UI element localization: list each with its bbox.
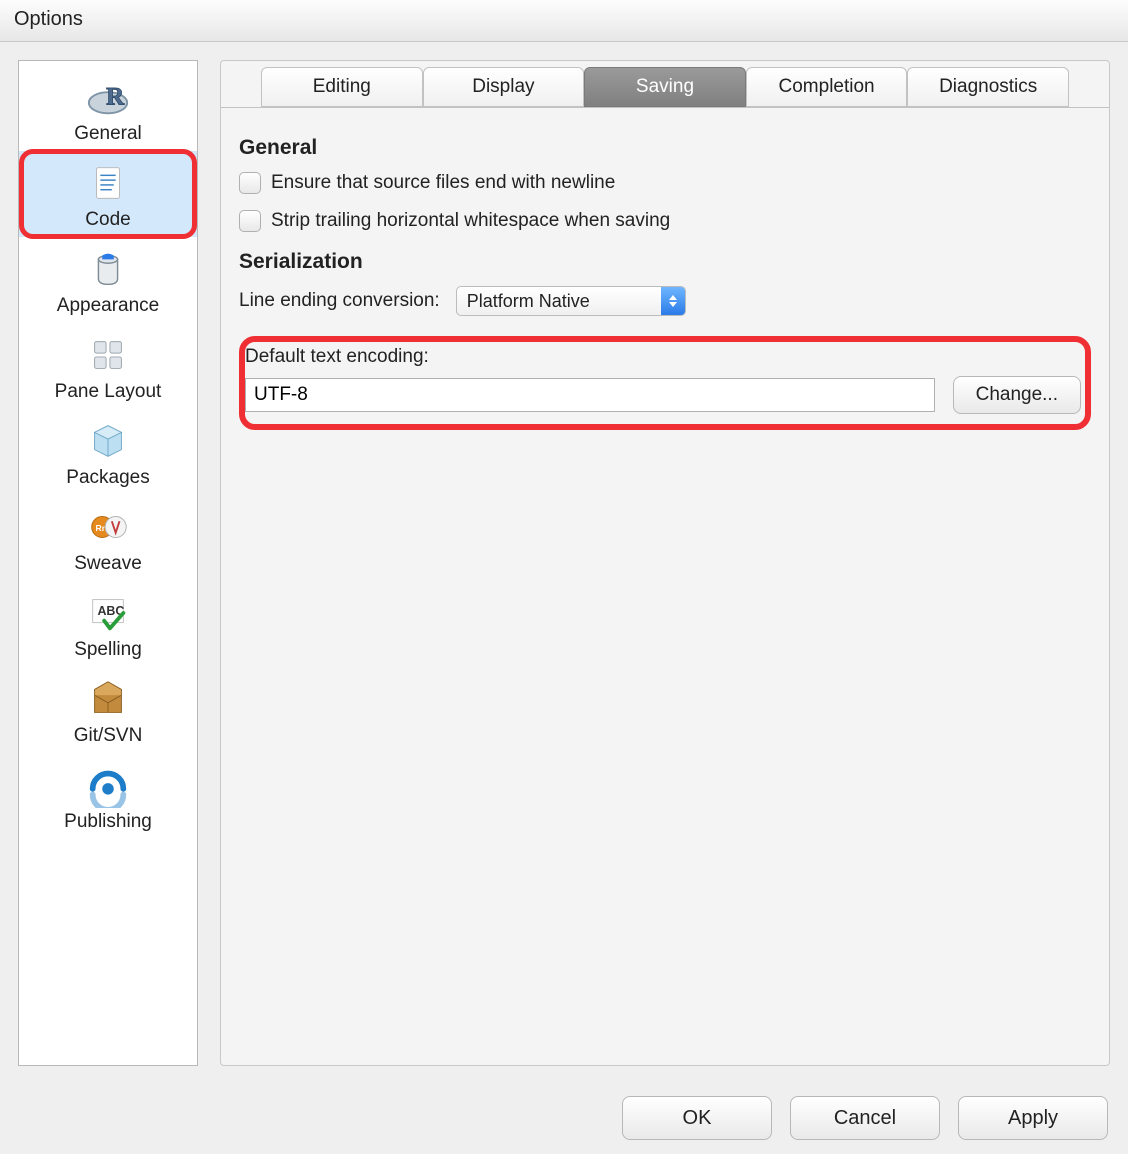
window-title: Options (14, 8, 83, 30)
sidebar-item-git-svn[interactable]: Git/SVN (19, 667, 197, 753)
line-ending-row: Line ending conversion: Platform Native (239, 286, 1091, 316)
cancel-button[interactable]: Cancel (790, 1096, 940, 1140)
checkbox-newline[interactable] (239, 172, 261, 194)
sidebar-label: Spelling (23, 639, 193, 661)
sidebar-label: General (23, 123, 193, 145)
r-logo-icon: R (23, 73, 193, 121)
encoding-input[interactable] (245, 378, 935, 412)
sidebar-label: Publishing (23, 811, 193, 833)
sidebar: R General Code Appearance Pane Layout (18, 60, 198, 1066)
sidebar-item-general[interactable]: R General (19, 65, 197, 151)
section-heading-serialization: Serialization (239, 250, 1091, 274)
sidebar-label: Appearance (23, 295, 193, 317)
sweave-icon: Rnw (23, 503, 193, 551)
tab-editing[interactable]: Editing (261, 67, 423, 107)
line-ending-label: Line ending conversion: (239, 290, 440, 312)
grid-panes-icon (23, 331, 193, 379)
apply-button[interactable]: Apply (958, 1096, 1108, 1140)
spellcheck-icon: ABC (23, 589, 193, 637)
line-ending-select[interactable]: Platform Native (456, 286, 686, 316)
ok-button[interactable]: OK (622, 1096, 772, 1140)
paint-bucket-icon (23, 245, 193, 293)
encoding-label: Default text encoding: (245, 346, 1081, 368)
checkbox-strip-whitespace[interactable] (239, 210, 261, 232)
sidebar-label: Packages (23, 467, 193, 489)
sidebar-item-code[interactable]: Code (19, 151, 197, 237)
checkbox-row-newline[interactable]: Ensure that source files end with newlin… (239, 172, 1091, 194)
line-ending-value: Platform Native (457, 291, 661, 312)
encoding-group: Default text encoding: Change... (239, 336, 1091, 430)
cube-icon (23, 417, 193, 465)
checkbox-row-strip-whitespace[interactable]: Strip trailing horizontal whitespace whe… (239, 210, 1091, 232)
dialog-footer: OK Cancel Apply (622, 1096, 1108, 1140)
svg-text:R: R (106, 84, 125, 111)
sidebar-label: Code (23, 209, 193, 231)
sidebar-label: Git/SVN (23, 725, 193, 747)
tab-completion[interactable]: Completion (746, 67, 908, 107)
checkbox-label: Ensure that source files end with newlin… (271, 172, 615, 194)
window-titlebar: Options (0, 0, 1128, 42)
tab-diagnostics[interactable]: Diagnostics (907, 67, 1069, 107)
sidebar-label: Sweave (23, 553, 193, 575)
checkbox-label: Strip trailing horizontal whitespace whe… (271, 210, 670, 232)
sidebar-item-spelling[interactable]: ABC Spelling (19, 581, 197, 667)
sidebar-item-packages[interactable]: Packages (19, 409, 197, 495)
sidebar-item-pane-layout[interactable]: Pane Layout (19, 323, 197, 409)
tab-bar: Editing Display Saving Completion Diagno… (261, 67, 1069, 107)
content-area: R General Code Appearance Pane Layout (0, 42, 1128, 1084)
document-icon (23, 159, 193, 207)
panel-body: General Ensure that source files end wit… (221, 107, 1109, 448)
main-panel: Editing Display Saving Completion Diagno… (220, 60, 1110, 1066)
select-stepper-icon (661, 287, 685, 315)
sidebar-label: Pane Layout (23, 381, 193, 403)
sidebar-item-sweave[interactable]: Rnw Sweave (19, 495, 197, 581)
section-heading-general: General (239, 136, 1091, 160)
sidebar-item-appearance[interactable]: Appearance (19, 237, 197, 323)
publish-icon (23, 761, 193, 809)
tab-display[interactable]: Display (423, 67, 585, 107)
package-box-icon (23, 675, 193, 723)
sidebar-item-publishing[interactable]: Publishing (19, 753, 197, 839)
change-encoding-button[interactable]: Change... (953, 376, 1081, 414)
tab-saving[interactable]: Saving (584, 67, 746, 107)
